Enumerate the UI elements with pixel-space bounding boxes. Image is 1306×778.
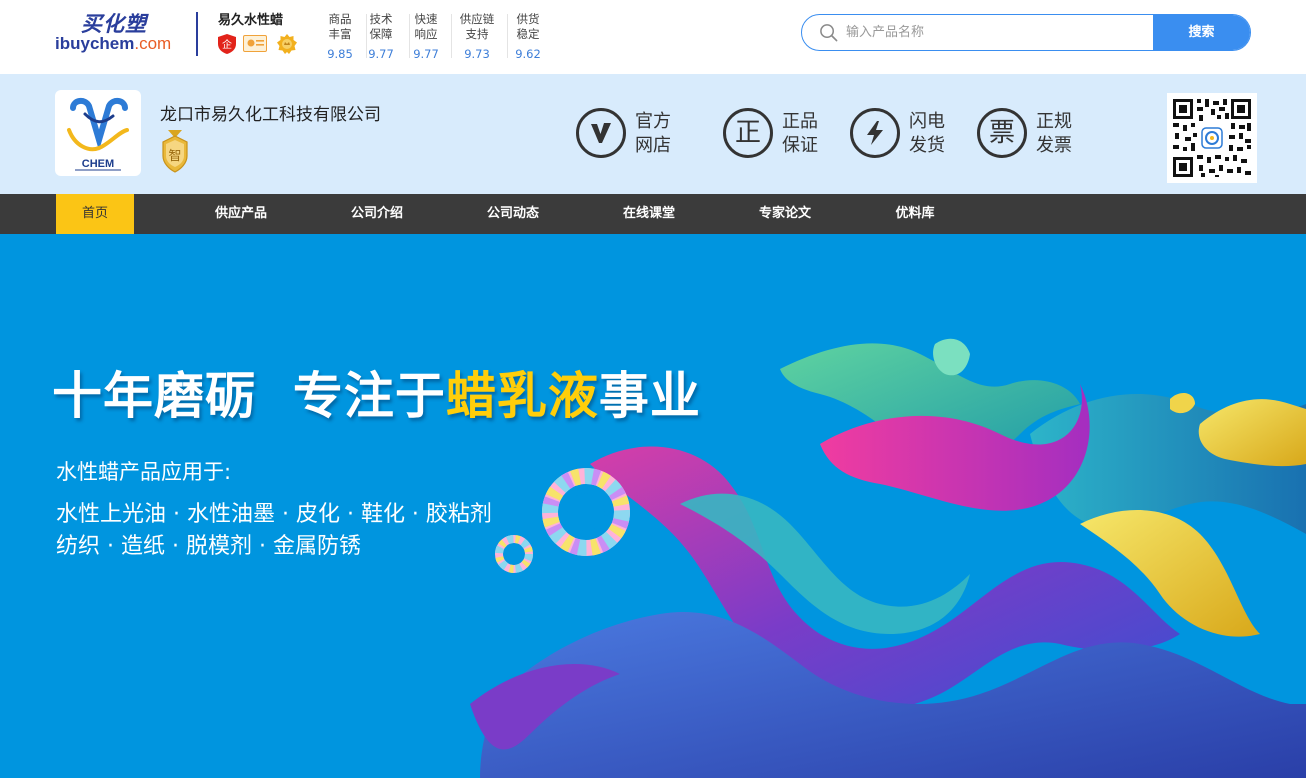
piao-icon: 票	[977, 108, 1027, 158]
rating-item: 技术 保障 9.77	[361, 12, 401, 64]
rating-label: 快速 响应	[414, 12, 438, 41]
slogan-highlight: 蜡乳液	[445, 367, 599, 425]
ibuychem-logo[interactable]: 买化塑 ibuychem.com	[55, 8, 180, 60]
application-list-line1: 水性上光油 · 水性油墨 · 皮化 · 鞋化 · 胶粘剂	[56, 502, 492, 527]
search-input[interactable]	[846, 15, 1146, 50]
v-icon	[576, 108, 626, 158]
feature-label: 正品 保证	[782, 111, 818, 156]
nav-item-materials[interactable]: 优料库	[864, 194, 966, 234]
nav-item-classroom[interactable]: 在线课堂	[598, 194, 700, 234]
license-card-icon[interactable]	[243, 35, 267, 52]
search-button[interactable]: 搜索	[1153, 15, 1250, 50]
hero-banner[interactable]: 十年磨砺 专注于蜡乳液事业 水性蜡产品应用于: 水性上光油 · 水性油墨 · 皮…	[0, 234, 1306, 778]
feature-label: 正规 发票	[1036, 111, 1072, 156]
rating-label: 技术 保障	[369, 12, 393, 41]
zheng-icon: 正	[723, 108, 773, 158]
application-heading: 水性蜡产品应用于:	[56, 460, 232, 484]
nav-item-products[interactable]: 供应产品	[190, 194, 292, 234]
rating-item: 供货 稳定 9.62	[508, 12, 548, 64]
medal-text: 智	[168, 149, 181, 164]
striped-ring-large	[542, 468, 630, 556]
rating-label: 商品 丰富	[328, 12, 352, 41]
shop-header: CHEM 龙口市易久化工科技有限公司 智 官方 网店 正 正品 保证 闪电 发货 票 …	[0, 74, 1306, 194]
shop-short-name[interactable]: 易久水性蜡	[218, 9, 283, 28]
lightning-icon	[850, 108, 900, 158]
zhi-medal-icon[interactable]: 智	[159, 130, 191, 174]
gold-crown-badge-icon[interactable]	[276, 33, 298, 55]
top-bar: 买化塑 ibuychem.com 易久水性蜡 企 商品 丰富 9.85 技术 保障 …	[0, 0, 1306, 74]
striped-ring-small	[495, 535, 533, 573]
company-name[interactable]: 龙口市易久化工科技有限公司	[160, 100, 381, 125]
search-icon	[820, 24, 838, 42]
rating-item: 商品 丰富 9.85	[320, 12, 360, 64]
application-list-line2: 纺织 · 造纸 · 脱模剂 · 金属防锈	[56, 534, 361, 559]
rating-score: 9.62	[515, 47, 541, 61]
rating-score: 9.73	[464, 47, 490, 61]
logo-divider	[196, 12, 198, 56]
banner-slogan: 十年磨砺 专注于蜡乳液事业	[52, 367, 701, 425]
main-nav: 首页 供应产品 公司介绍 公司动态 在线课堂 专家论文 优料库	[0, 194, 1306, 234]
rating-item: 快速 响应 9.77	[406, 12, 446, 64]
logo-en-main: ibuychem	[55, 34, 135, 53]
company-logo-icon: CHEM	[67, 98, 129, 171]
nav-item-news[interactable]: 公司动态	[462, 194, 564, 234]
nav-item-home[interactable]: 首页	[56, 194, 134, 234]
search-bar: 搜索	[801, 14, 1251, 51]
rating-divider	[451, 14, 452, 58]
qr-code-icon	[1171, 97, 1253, 179]
feature-label: 官方 网店	[635, 111, 671, 156]
rating-score: 9.77	[413, 47, 439, 61]
enterprise-badge-icon[interactable]: 企	[216, 33, 238, 55]
rating-label: 供货 稳定	[516, 12, 540, 41]
company-logo-text: CHEM	[82, 158, 114, 170]
logo-en-suffix: .com	[134, 34, 172, 53]
logo-en-text: ibuychem.com	[55, 34, 171, 54]
svg-text:企: 企	[222, 38, 232, 51]
nav-item-papers[interactable]: 专家论文	[734, 194, 836, 234]
nav-item-about[interactable]: 公司介绍	[326, 194, 428, 234]
qr-code[interactable]	[1167, 93, 1257, 183]
rating-label: 供应链 支持	[459, 12, 495, 41]
rating-item: 供应链 支持 9.73	[454, 12, 500, 64]
rating-score: 9.77	[368, 47, 394, 61]
feature-label: 闪电 发货	[909, 111, 945, 156]
company-logo[interactable]: CHEM	[55, 90, 141, 176]
rating-score: 9.85	[327, 47, 353, 61]
